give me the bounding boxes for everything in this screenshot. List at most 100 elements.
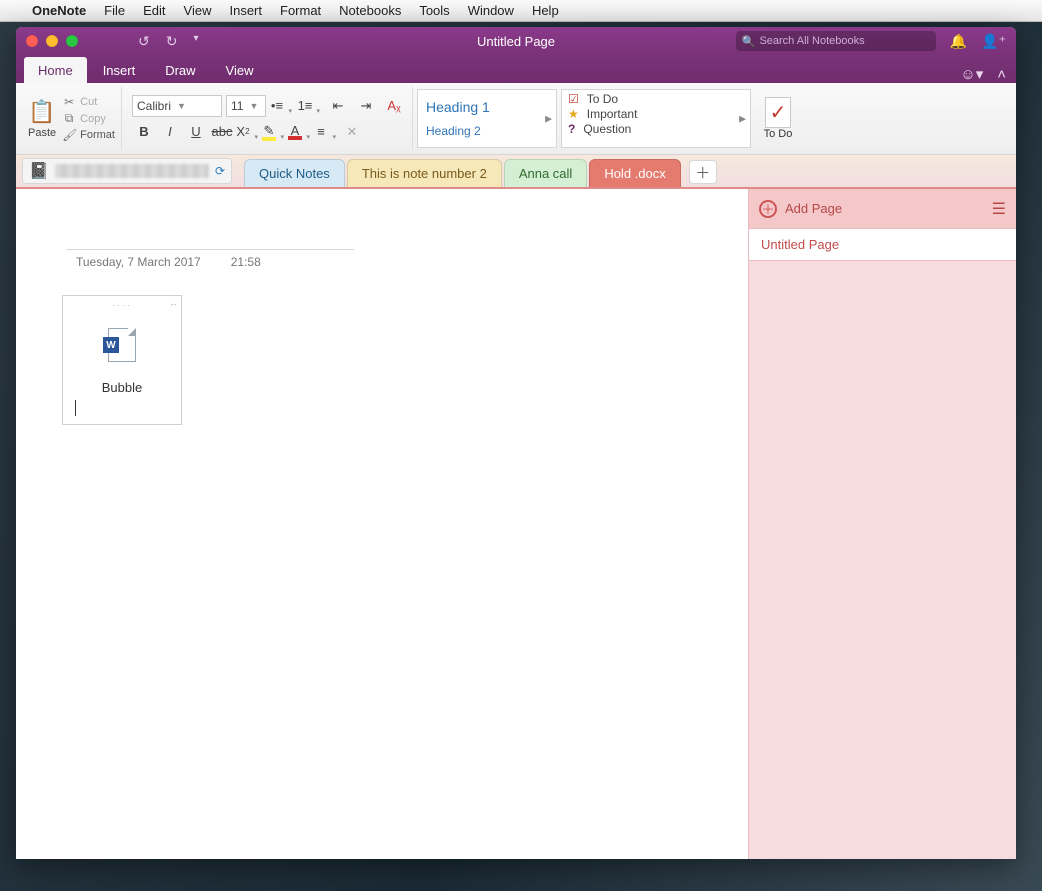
maximize-window-button[interactable] <box>66 35 78 47</box>
copy-button[interactable]: ⧉Copy <box>62 111 115 126</box>
pages-panel: ＋ Add Page ☰ Untitled Page <box>748 189 1016 859</box>
delete-button[interactable]: ✕ <box>340 121 364 143</box>
indent-button[interactable]: ⇥ <box>354 95 378 117</box>
notebook-icon: 📓 <box>29 161 49 181</box>
todo-label: To Do <box>764 128 793 140</box>
embed-filename: Bubble <box>102 380 142 395</box>
tags-expand-icon[interactable]: ▶ <box>739 113 746 124</box>
numbering-button[interactable]: 1≡ <box>298 95 322 117</box>
font-name-combo[interactable]: Calibri▼ <box>132 95 222 117</box>
bullets-button[interactable]: •≡ <box>270 95 294 117</box>
scissors-icon: ✂︎ <box>62 95 76 109</box>
tab-draw[interactable]: Draw <box>151 57 209 83</box>
share-icon[interactable]: 👤⁺ <box>981 33 1006 50</box>
todo-check-icon: ✓ <box>765 97 792 128</box>
menu-view[interactable]: View <box>184 3 212 18</box>
underline-button[interactable]: U <box>184 121 208 143</box>
styles-gallery[interactable]: Heading 1 Heading 2 ▶ <box>417 89 557 148</box>
section-tab-quick-notes[interactable]: Quick Notes <box>244 159 345 187</box>
app-menu[interactable]: OneNote <box>32 3 86 18</box>
align-button[interactable]: ≡ <box>314 121 338 143</box>
page-canvas[interactable]: Tuesday, 7 March 2017 21:58 ···· ↔ W Bub… <box>16 189 748 859</box>
subscript-button[interactable]: X2 <box>236 121 260 143</box>
notebook-sync-icon: ⟳ <box>215 164 225 178</box>
mac-menu-bar: OneNote File Edit View Insert Format Not… <box>0 0 1042 22</box>
page-date: Tuesday, 7 March 2017 <box>76 255 201 269</box>
page-time: 21:58 <box>231 255 261 269</box>
paste-label: Paste <box>28 127 56 139</box>
window-controls <box>26 35 78 47</box>
drag-handle-icon[interactable]: ···· <box>67 300 177 310</box>
tag-todo-label: To Do <box>587 92 618 106</box>
x-icon: ✕ <box>347 124 358 140</box>
menu-window[interactable]: Window <box>468 3 514 18</box>
group-font: Calibri▼ 11▼ •≡ 1≡ ⇤ ⇥ Aᵪ B I U abc X2 ✎… <box>126 87 413 150</box>
copy-label: Copy <box>80 113 106 125</box>
undo-icon[interactable]: ↺ <box>138 33 150 50</box>
highlight-button[interactable]: ✎ <box>262 121 286 143</box>
style-heading1[interactable]: Heading 1 <box>426 99 548 115</box>
tag-important-label: Important <box>587 107 638 121</box>
section-tab-hold-docx[interactable]: Hold .docx <box>589 159 680 187</box>
font-size-value: 11 <box>231 99 243 113</box>
emoji-icon[interactable]: ☺︎▾ <box>960 65 983 83</box>
quick-access-toolbar: ↺ ↻ ▾ <box>138 33 199 50</box>
style-heading2[interactable]: Heading 2 <box>426 124 548 138</box>
collapse-ribbon-icon[interactable]: ˄ <box>997 66 1006 83</box>
menu-help[interactable]: Help <box>532 3 559 18</box>
onenote-window: ↺ ↻ ▾ Untitled Page 🔍 🔔 👤⁺ Home Insert D… <box>16 27 1016 859</box>
strikethrough-button[interactable]: abc <box>210 121 234 143</box>
tag-important[interactable]: ★ Important <box>568 107 744 121</box>
menu-notebooks[interactable]: Notebooks <box>339 3 401 18</box>
outdent-icon: ⇤ <box>333 98 344 114</box>
indent-icon: ⇥ <box>361 98 372 114</box>
tags-gallery[interactable]: ☑︎To Do ★ Important ?Question ▶ <box>561 89 751 148</box>
tab-view[interactable]: View <box>212 57 268 83</box>
bold-button[interactable]: B <box>132 121 156 143</box>
tag-question[interactable]: ?Question <box>568 122 744 136</box>
search-input[interactable] <box>759 35 929 47</box>
italic-button[interactable]: I <box>158 121 182 143</box>
font-size-combo[interactable]: 11▼ <box>226 95 266 117</box>
tab-home[interactable]: Home <box>24 57 87 83</box>
notifications-icon[interactable]: 🔔 <box>950 33 967 50</box>
add-page-button[interactable]: ＋ Add Page ☰ <box>749 189 1016 229</box>
clipboard-icon: 📋 <box>28 99 55 125</box>
notebook-selector[interactable]: 📓 ⟳ <box>22 158 232 184</box>
outdent-button[interactable]: ⇤ <box>326 95 350 117</box>
menu-insert[interactable]: Insert <box>229 3 262 18</box>
tag-todo[interactable]: ☑︎To Do <box>568 92 744 106</box>
add-page-label: Add Page <box>785 201 842 216</box>
minimize-window-button[interactable] <box>46 35 58 47</box>
add-section-button[interactable]: ＋ <box>689 160 717 184</box>
numbering-icon: 1≡ <box>298 98 313 113</box>
styles-expand-icon[interactable]: ▶ <box>545 113 552 124</box>
section-tab-note-2[interactable]: This is note number 2 <box>347 159 502 187</box>
menu-format[interactable]: Format <box>280 3 321 18</box>
close-window-button[interactable] <box>26 35 38 47</box>
search-notebooks-box[interactable]: 🔍 <box>736 31 936 51</box>
page-list-item[interactable]: Untitled Page <box>749 229 1016 261</box>
star-icon: ★ <box>568 107 579 121</box>
cut-button[interactable]: ✂︎ Cut <box>62 95 115 109</box>
font-color-button[interactable]: A <box>288 121 312 143</box>
menu-edit[interactable]: Edit <box>143 3 165 18</box>
redo-icon[interactable]: ↻ <box>166 33 178 50</box>
bullets-icon: •≡ <box>271 98 283 113</box>
section-tab-anna-call[interactable]: Anna call <box>504 159 587 187</box>
file-embed-container[interactable]: ···· ↔ W Bubble <box>62 295 182 425</box>
word-document-icon[interactable]: W <box>108 328 136 362</box>
paste-button[interactable]: 📋 Paste <box>28 99 56 139</box>
resize-handle-icon[interactable]: ↔ <box>169 298 178 308</box>
content-area: Tuesday, 7 March 2017 21:58 ···· ↔ W Bub… <box>16 189 1016 859</box>
todo-button[interactable]: ✓ To Do <box>755 87 801 150</box>
cut-label: Cut <box>80 96 97 108</box>
page-list-view-icon[interactable]: ☰ <box>992 199 1006 219</box>
page-meta: Tuesday, 7 March 2017 21:58 <box>76 255 261 269</box>
tab-insert[interactable]: Insert <box>89 57 150 83</box>
format-painter-button[interactable]: 🖌︎Format <box>62 128 115 142</box>
customize-qat-icon[interactable]: ▾ <box>193 33 198 50</box>
menu-file[interactable]: File <box>104 3 125 18</box>
menu-tools[interactable]: Tools <box>419 3 449 18</box>
clear-formatting-button[interactable]: Aᵪ <box>382 95 406 117</box>
